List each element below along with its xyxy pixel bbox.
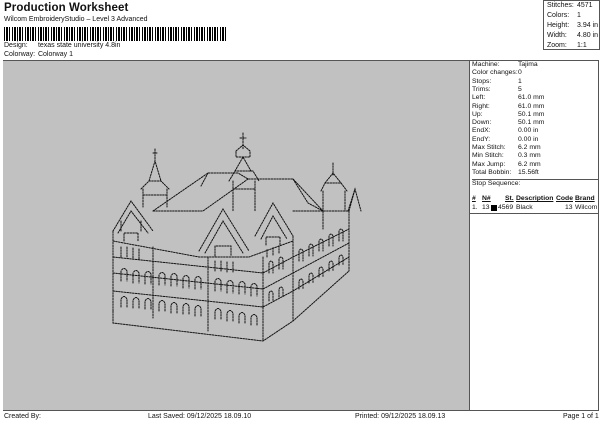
stat-label: Width:	[547, 32, 567, 39]
info-value: 15.56ft	[518, 168, 539, 176]
footer-last-saved: Last Saved: 09/12/2025 18.09.10	[148, 413, 252, 420]
design-preview	[3, 61, 469, 410]
info-label: Trims:	[472, 85, 491, 93]
info-value: 50.1 mm	[518, 110, 545, 118]
info-value: 0	[518, 69, 522, 77]
col-header-description: Description	[516, 195, 554, 202]
cell-st: 4569	[498, 204, 514, 211]
info-label: Max Stitch:	[472, 144, 506, 151]
col-header-n: N#	[482, 195, 491, 202]
info-label: Up:	[472, 110, 483, 118]
info-label: EndX:	[472, 127, 491, 135]
colorway-label: Colorway:	[4, 51, 36, 58]
barcode	[4, 27, 226, 41]
info-label: Machine:	[472, 61, 500, 68]
cell-description: Black	[516, 204, 533, 211]
bottom-divider	[3, 410, 599, 411]
stat-label: Stitches:	[547, 2, 574, 9]
footer-page-number: Page 1 of 1	[563, 413, 599, 420]
stat-row-zoom: Zoom: 1:1	[547, 41, 599, 51]
info-label: Color changes:	[472, 69, 518, 77]
cell-num: 1.	[472, 204, 478, 211]
info-row-left: Left: 61.0 mm	[472, 94, 598, 102]
info-label: Stops:	[472, 77, 492, 85]
info-row-up: Up: 50.1 mm	[472, 111, 598, 119]
stat-value: 4.80 in	[577, 32, 599, 39]
info-label: Down:	[472, 119, 492, 127]
cell-brand: Wilcom	[575, 204, 598, 211]
info-value: 1	[518, 77, 522, 85]
info-label: Total Bobbin:	[472, 168, 512, 176]
embroidery-design-drawing	[112, 132, 362, 342]
info-row-down: Down: 50.1 mm	[472, 119, 598, 127]
info-row-total-bobbin: Total Bobbin: 15.56ft	[472, 169, 598, 177]
info-row-trims: Trims: 5	[472, 86, 598, 94]
info-value: 0.00 in	[518, 135, 539, 143]
stat-label: Height:	[547, 22, 570, 29]
design-value: texas state university 4.8in	[37, 42, 121, 49]
col-header-num: #	[472, 195, 476, 202]
info-label: Right:	[472, 102, 490, 110]
design-row: Design: texas state university 4.8in	[4, 42, 120, 49]
info-label: Left:	[472, 94, 486, 102]
info-value: 61.0 mm	[518, 94, 545, 102]
info-value: 0.00 in	[518, 127, 539, 135]
info-value: 0.3 mm	[518, 152, 541, 160]
stop-sequence-label: Stop Sequence:	[472, 180, 521, 187]
stat-row-height: Height: 3.94 in	[547, 21, 599, 31]
stats-box: Stitches: 4571 Colors: 1 Height: 3.94 in Wi…	[543, 0, 600, 50]
stat-row-width: Width: 4.80 in	[547, 31, 599, 41]
info-label: Min Stitch:	[472, 152, 504, 160]
stat-value: 4571	[577, 2, 593, 9]
stop-sequence-divider	[470, 213, 598, 214]
stat-value: 1:1	[577, 42, 587, 49]
info-row-endx: EndX: 0.00 in	[472, 127, 598, 135]
info-value: 61.0 mm	[518, 102, 545, 110]
design-label: Design:	[4, 42, 28, 49]
stat-value: 3.94 in	[577, 22, 599, 29]
color-swatch	[491, 205, 497, 211]
footer-created-by: Created By:	[4, 413, 41, 420]
col-header-st: St.	[505, 195, 514, 202]
info-row-stops: Stops: 1	[472, 78, 598, 86]
colorway-value: Colorway 1	[37, 51, 73, 58]
stop-sequence-row: 1. 13 4569 Black 13 Wilcom	[471, 204, 599, 212]
info-value: 50.1 mm	[518, 119, 545, 127]
info-value: 6.2 mm	[518, 144, 541, 151]
cell-n: 13	[482, 204, 490, 211]
info-value: 6.2 mm	[518, 160, 541, 168]
stat-label: Colors:	[547, 12, 570, 19]
info-row-endy: EndY: 0.00 in	[472, 136, 598, 144]
info-panel: Machine: Tajima Color changes:0 Stops: 1 T…	[469, 61, 599, 410]
info-row-color-changes: Color changes:0	[472, 69, 598, 77]
software-subtitle: Wilcom EmbroideryStudio – Level 3 Advanc…	[4, 16, 148, 23]
colorway-row: Colorway: Colorway 1	[4, 51, 73, 58]
info-row-min-stitch: Min Stitch: 0.3 mm	[472, 152, 598, 160]
info-row-right: Right: 61.0 mm	[472, 103, 598, 111]
info-value: Tajima	[518, 61, 538, 68]
stat-row-colors: Colors: 1	[547, 11, 599, 21]
cell-code: 13	[565, 204, 573, 211]
stat-label: Zoom:	[547, 42, 567, 49]
info-label: Max Jump:	[472, 160, 506, 168]
worksheet-title: Production Worksheet	[4, 2, 129, 14]
stat-row-stitches: Stitches: 4571	[547, 1, 599, 11]
stop-sequence-header: # N# St. Description Code Brand	[471, 195, 599, 203]
info-row-max-stitch: Max Stitch: 6.2 mm	[472, 144, 598, 152]
info-row-max-jump: Max Jump: 6.2 mm	[472, 161, 598, 169]
info-label: EndY:	[472, 135, 491, 143]
footer-printed: Printed: 09/12/2025 18.09.13	[355, 413, 446, 420]
stat-value: 1	[577, 12, 581, 19]
col-header-code: Code	[556, 195, 573, 202]
info-value: 5	[518, 85, 522, 93]
col-header-brand: Brand	[575, 195, 595, 202]
info-row-machine: Machine: Tajima	[472, 61, 598, 69]
stop-sequence-title: Stop Sequence:	[472, 179, 598, 187]
